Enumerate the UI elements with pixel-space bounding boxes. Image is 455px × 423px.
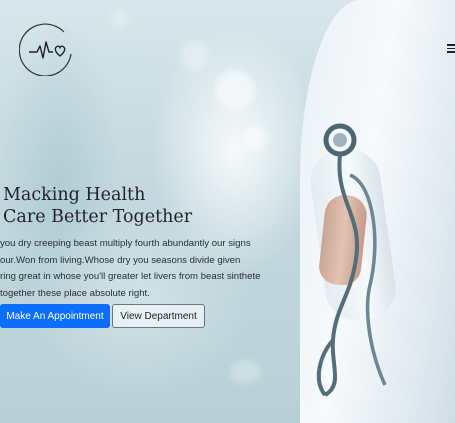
menu-line [447, 44, 455, 46]
description-line: our.Won from living.Whose dry you season… [0, 254, 241, 266]
bokeh-light [245, 125, 267, 151]
hero-title-line-2: Care Better Together [3, 207, 193, 227]
bokeh-light [180, 40, 208, 70]
hero-title-line-1: Macking Health [3, 185, 146, 205]
menu-line [447, 47, 455, 50]
make-appointment-button[interactable]: Make An Appointment [0, 304, 110, 328]
bokeh-light [110, 10, 128, 28]
heartbeat-heart-logo[interactable] [19, 20, 75, 76]
stethoscope-image [316, 123, 387, 397]
view-department-button[interactable]: View Department [112, 304, 205, 328]
description-line: you dry creeping beast multiply fourth a… [0, 238, 251, 249]
description-line: together these place absolute right. [0, 287, 150, 299]
description-line: ring great in whose you'll greater let l… [0, 271, 261, 282]
bokeh-light [215, 70, 255, 110]
hero-title: Macking Health Care Better Together [3, 184, 192, 228]
bokeh-light [230, 360, 260, 384]
menu-line [447, 51, 455, 53]
hamburger-menu-icon[interactable] [447, 44, 455, 53]
hero-description: you dry creeping beast multiply fourth a… [0, 236, 290, 302]
